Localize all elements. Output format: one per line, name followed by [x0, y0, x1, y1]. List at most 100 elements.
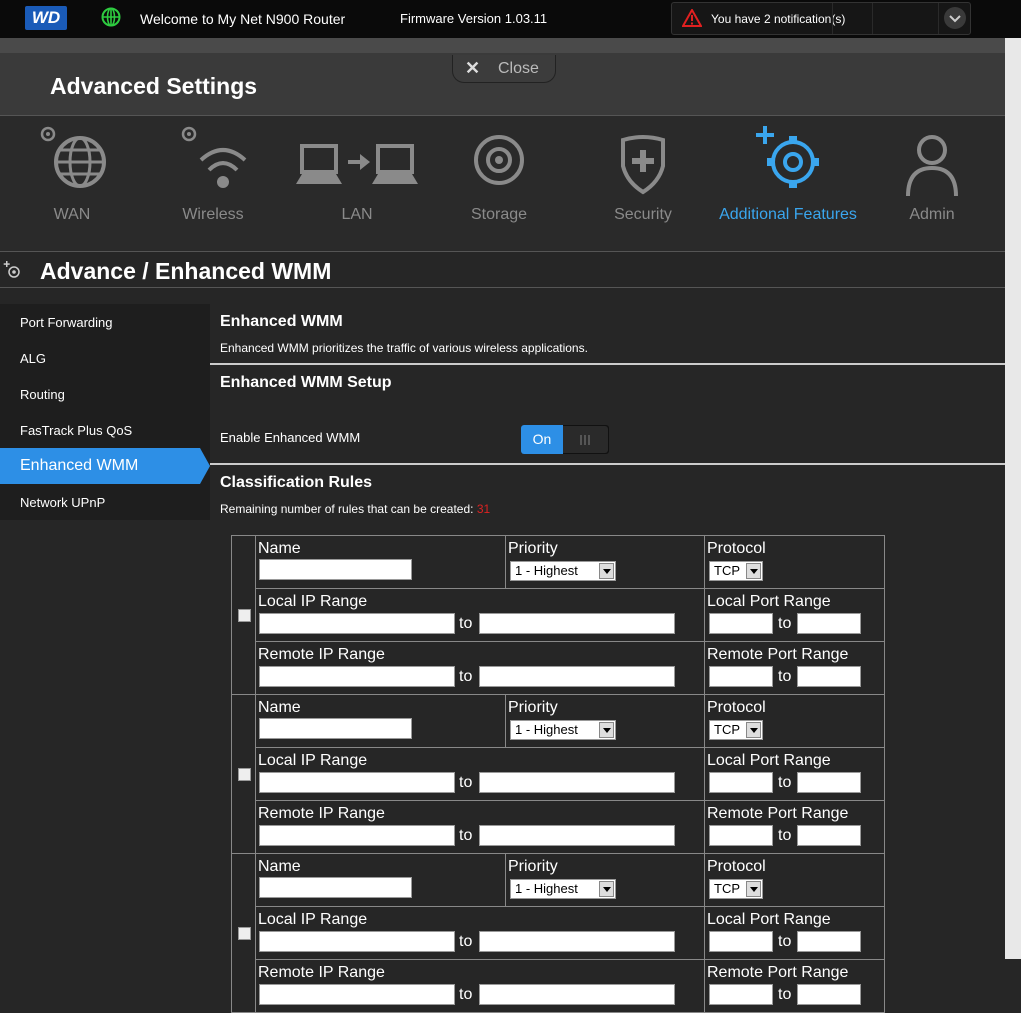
- lan-icon: [296, 144, 418, 184]
- divider: [872, 3, 873, 34]
- nav-item-lan[interactable]: LAN: [296, 116, 418, 251]
- name-label: Name: [258, 540, 301, 557]
- local-port-end-input[interactable]: [797, 613, 861, 634]
- priority-select[interactable]: 1 - Highest: [510, 720, 616, 740]
- sidebar-item-routing[interactable]: Routing: [0, 376, 210, 412]
- nav-item-admin[interactable]: Admin: [882, 116, 982, 251]
- remote-ip-end-input[interactable]: [479, 984, 675, 1005]
- notification-bar[interactable]: You have 2 notification(s): [671, 2, 971, 35]
- local-ip-start-input[interactable]: [259, 613, 455, 634]
- priority-cell: Priority 1 - Highest: [505, 853, 705, 907]
- rule-checkbox[interactable]: [238, 927, 251, 940]
- local-port-cell: Local Port Range to: [704, 906, 885, 960]
- remote-port-end-input[interactable]: [797, 984, 861, 1005]
- priority-label: Priority: [508, 540, 558, 557]
- nav-item-storage[interactable]: Storage: [449, 116, 549, 251]
- sidebar-item-port-forwarding[interactable]: Port Forwarding: [0, 304, 210, 340]
- priority-select[interactable]: 1 - Highest: [510, 879, 616, 899]
- page-scroll-strip: [1005, 38, 1021, 959]
- local-ip-label: Local IP Range: [258, 911, 368, 928]
- local-ip-cell: Local IP Range to: [255, 747, 705, 801]
- chevron-down-icon: [746, 563, 761, 579]
- remote-ip-label: Remote IP Range: [258, 805, 385, 822]
- nav-item-security[interactable]: Security: [593, 116, 693, 251]
- local-port-end-input[interactable]: [797, 931, 861, 952]
- local-ip-end-input[interactable]: [479, 931, 675, 952]
- sidebar-item-label: ALG: [20, 351, 47, 366]
- local-port-start-input[interactable]: [709, 931, 773, 952]
- name-input[interactable]: [259, 559, 412, 580]
- local-ip-cell: Local IP Range to: [255, 906, 705, 960]
- wifi-gear-icon: [181, 126, 247, 188]
- remote-ip-start-input[interactable]: [259, 825, 455, 846]
- nav-item-additional-features[interactable]: Additional Features: [713, 116, 863, 251]
- name-input[interactable]: [259, 718, 412, 739]
- local-port-start-input[interactable]: [709, 772, 773, 793]
- rule-checkbox[interactable]: [238, 768, 251, 781]
- local-ip-start-input[interactable]: [259, 772, 455, 793]
- remote-ip-end-input[interactable]: [479, 825, 675, 846]
- remote-ip-cell: Remote IP Range to: [255, 641, 705, 695]
- remote-port-label: Remote Port Range: [707, 964, 849, 981]
- close-button[interactable]: ✕ Close: [452, 55, 556, 83]
- protocol-select[interactable]: TCP: [709, 879, 763, 899]
- sidebar-item-label: Enhanced WMM: [20, 457, 139, 474]
- chevron-down-icon: [746, 881, 761, 897]
- to-label: to: [459, 774, 473, 791]
- name-input[interactable]: [259, 877, 412, 898]
- protocol-select[interactable]: TCP: [709, 720, 763, 740]
- firmware-version: Firmware Version 1.03.11: [400, 11, 548, 26]
- rules-title: Classification Rules: [220, 474, 373, 491]
- sidebar-item-label: FasTrack Plus QoS: [20, 423, 133, 438]
- to-label: to: [459, 827, 473, 844]
- remote-port-end-input[interactable]: [797, 666, 861, 687]
- local-ip-end-input[interactable]: [479, 613, 675, 634]
- remote-ip-start-input[interactable]: [259, 666, 455, 687]
- local-port-start-input[interactable]: [709, 613, 773, 634]
- chevron-down-icon: [599, 563, 614, 579]
- priority-label: Priority: [508, 699, 558, 716]
- sidebar-item-alg[interactable]: ALG: [0, 340, 210, 376]
- storage-icon: [474, 135, 524, 185]
- remote-port-start-input[interactable]: [709, 666, 773, 687]
- sidebar-item-fastrack-plus-qos[interactable]: FasTrack Plus QoS: [0, 412, 210, 448]
- nav-item-label: Security: [614, 206, 672, 223]
- remote-ip-start-input[interactable]: [259, 984, 455, 1005]
- user-icon: [906, 135, 958, 196]
- remote-port-end-input[interactable]: [797, 825, 861, 846]
- chevron-down-icon: [599, 881, 614, 897]
- name-label: Name: [258, 699, 301, 716]
- header-band: [0, 38, 1005, 53]
- nav-item-wireless[interactable]: Wireless: [163, 116, 263, 251]
- local-port-end-input[interactable]: [797, 772, 861, 793]
- local-ip-start-input[interactable]: [259, 931, 455, 952]
- to-label: to: [459, 986, 473, 1003]
- protocol-label: Protocol: [707, 540, 766, 557]
- toggle-knob: [563, 426, 608, 453]
- sidebar: Port Forwarding ALG Routing FasTrack Plu…: [0, 304, 210, 520]
- remote-port-start-input[interactable]: [709, 825, 773, 846]
- priority-select[interactable]: 1 - Highest: [510, 561, 616, 581]
- sidebar-item-label: Port Forwarding: [20, 315, 113, 330]
- sidebar-item-enhanced-wmm[interactable]: Enhanced WMM: [0, 448, 210, 484]
- rule-select-cell: [231, 535, 256, 695]
- to-label: to: [778, 668, 792, 685]
- protocol-select[interactable]: TCP: [709, 561, 763, 581]
- rule-checkbox[interactable]: [238, 609, 251, 622]
- enable-label: Enable Enhanced WMM: [220, 430, 361, 445]
- remote-ip-cell: Remote IP Range to: [255, 800, 705, 854]
- remote-ip-end-input[interactable]: [479, 666, 675, 687]
- local-ip-end-input[interactable]: [479, 772, 675, 793]
- protocol-value: TCP: [714, 722, 740, 737]
- local-ip-label: Local IP Range: [258, 752, 368, 769]
- sidebar-item-network-upnp[interactable]: Network UPnP: [0, 484, 210, 520]
- priority-value: 1 - Highest: [515, 563, 578, 578]
- protocol-label: Protocol: [707, 699, 766, 716]
- to-label: to: [778, 933, 792, 950]
- chevron-down-icon[interactable]: [944, 7, 966, 29]
- nav-item-wan[interactable]: WAN: [22, 116, 122, 251]
- enable-toggle[interactable]: On: [521, 425, 609, 454]
- warning-icon: [682, 9, 702, 27]
- remote-port-start-input[interactable]: [709, 984, 773, 1005]
- divider: [210, 463, 1005, 465]
